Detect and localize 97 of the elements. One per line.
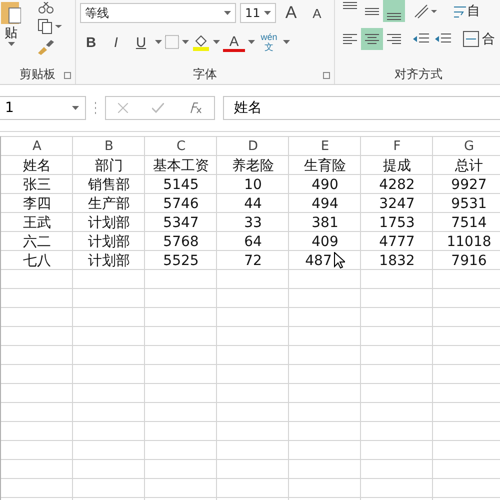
phonetic-button[interactable]: wén 文	[258, 30, 280, 54]
font-size-field[interactable]: 11	[240, 3, 276, 23]
orientation-icon[interactable]	[413, 3, 439, 19]
format-painter-icon[interactable]	[38, 39, 54, 55]
cell-text: 1832	[379, 252, 415, 268]
fill-color-icon[interactable]	[192, 33, 210, 51]
underline-button[interactable]: U	[130, 31, 152, 53]
cell-text: 计划部	[88, 232, 130, 250]
align-right-icon	[387, 34, 401, 44]
cell-text: 9927	[451, 176, 487, 192]
cell-text: 计划部	[88, 252, 130, 270]
align-middle-icon	[365, 8, 379, 14]
name-box[interactable]: 1	[0, 96, 86, 120]
cell-text: 养老险	[232, 156, 274, 174]
border-icon[interactable]	[165, 35, 179, 49]
cell-text: 409	[312, 234, 338, 250]
cell-text: 5347	[163, 214, 199, 230]
cell-text: 4282	[379, 176, 415, 192]
column-header[interactable]: C	[176, 139, 186, 154]
align-left-icon	[343, 34, 357, 44]
column-header[interactable]: A	[32, 139, 42, 154]
caret-icon	[8, 42, 14, 46]
column-header[interactable]: D	[248, 139, 258, 154]
dialog-launcher-icon[interactable]	[64, 72, 71, 79]
caret-icon	[248, 40, 255, 44]
caret-icon	[264, 11, 271, 15]
cell-text: 33	[244, 214, 262, 230]
cell-text: 5145	[163, 176, 199, 192]
cell-text: 王武	[23, 214, 51, 232]
function-icon[interactable]	[188, 102, 202, 114]
font-color-button[interactable]: A	[223, 32, 245, 52]
copy-icon[interactable]	[38, 19, 62, 34]
formula-field[interactable]: 姓名	[223, 96, 500, 120]
cell-text: 72	[244, 252, 262, 268]
cell-text: 381	[312, 214, 338, 230]
column-header[interactable]: G	[464, 139, 474, 154]
grow-font-button[interactable]: A	[280, 2, 302, 24]
cell-text: 生产部	[88, 194, 130, 212]
align-top-icon	[343, 2, 357, 9]
align-button[interactable]	[383, 0, 405, 22]
check-icon[interactable]	[152, 103, 164, 113]
cell-text: 3247	[379, 196, 415, 212]
cell-text: 490	[312, 176, 338, 192]
cell-text: 提成	[383, 156, 411, 174]
group-label: 字体	[193, 66, 217, 82]
cell-text: 张三	[23, 176, 51, 194]
merge-icon[interactable]	[463, 31, 479, 47]
paste-button[interactable]: 贴	[4, 24, 18, 42]
column-header[interactable]: B	[104, 139, 114, 154]
group-label: 对齐方式	[394, 66, 442, 82]
scissors-icon[interactable]	[38, 2, 54, 14]
font-name-field[interactable]: 等线	[80, 3, 236, 23]
caret-icon	[182, 40, 189, 44]
cell-text: 9531	[451, 196, 487, 212]
dialog-launcher-icon[interactable]	[323, 72, 330, 79]
cell-text: 5746	[163, 196, 199, 212]
cell-text: 计划部	[88, 214, 130, 232]
merge-button[interactable]: 合	[482, 30, 495, 48]
cell-text: 11018	[446, 234, 492, 250]
cell-text: 姓名	[23, 156, 51, 174]
italic-button[interactable]: I	[105, 31, 127, 53]
align-button[interactable]	[361, 28, 383, 50]
bold-button[interactable]: B	[80, 31, 102, 53]
caret-icon	[213, 40, 220, 44]
cell-text: 七八	[23, 252, 51, 270]
cell-text: 7514	[451, 214, 487, 230]
cell-text: 4777	[379, 234, 415, 250]
caret-icon	[224, 11, 231, 15]
cell-text: 44	[244, 196, 262, 212]
cell-text: 基本工资	[153, 156, 209, 174]
align-bottom-icon	[387, 13, 401, 20]
cell-text: 1753	[379, 214, 415, 230]
caret-icon	[283, 40, 290, 44]
caret-icon	[72, 106, 79, 110]
cell-text: 生育险	[304, 156, 346, 174]
cell-text: 5525	[163, 252, 199, 268]
cell-text: 7916	[451, 252, 487, 268]
cell-text: 10	[244, 176, 262, 192]
cell-text: 部门	[95, 156, 123, 174]
caret-icon	[155, 40, 162, 44]
cell-text: 5768	[163, 234, 199, 250]
group-label: 剪贴板	[20, 66, 56, 82]
clipboard-icon[interactable]	[1, 2, 21, 24]
column-header[interactable]: F	[393, 139, 401, 154]
column-header[interactable]: E	[320, 139, 330, 154]
more-icon	[94, 101, 97, 115]
align-center-icon	[365, 34, 379, 44]
cell-text: 494	[312, 196, 338, 212]
cell-text: 销售部	[88, 176, 130, 194]
shrink-font-button[interactable]: A	[306, 2, 328, 24]
cell-text: 64	[244, 234, 262, 250]
cell-text: 六二	[23, 232, 51, 250]
cell-text: 487	[305, 252, 332, 268]
cell-text: 总计	[455, 156, 483, 174]
wrap-text-button[interactable]: 自	[467, 2, 480, 20]
cell-text: 李四	[23, 194, 51, 212]
mouse-pointer-icon	[334, 252, 345, 269]
